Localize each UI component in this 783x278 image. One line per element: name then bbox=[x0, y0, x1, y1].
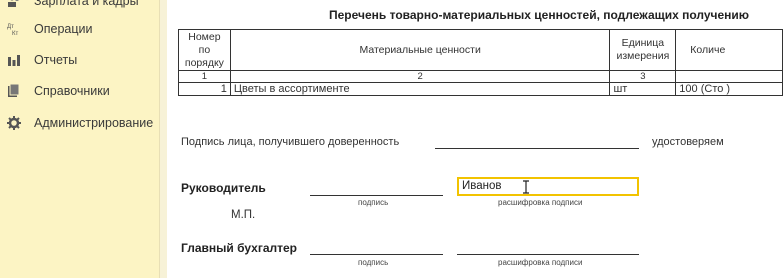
signature-label: Подпись лица, получившего доверенность bbox=[181, 136, 400, 148]
head-name-field[interactable]: Иванов bbox=[457, 177, 639, 196]
column-header-items: Материальные ценности bbox=[229, 29, 611, 71]
bar-chart-icon bbox=[7, 53, 21, 67]
certify-label: удостоверяем bbox=[652, 136, 724, 148]
column-number: 3 bbox=[609, 70, 677, 83]
sidebar-item-reports[interactable]: Отчеты bbox=[0, 48, 159, 72]
accountant-signature-caption: подпись bbox=[358, 258, 389, 267]
svg-text:Кт: Кт bbox=[12, 31, 18, 36]
column-number: 2 bbox=[229, 70, 611, 83]
items-table: Номер по порядку Материальные ценности Е… bbox=[178, 29, 783, 96]
column-header-unit: Единица измерения bbox=[609, 29, 677, 71]
head-signature-line bbox=[310, 195, 443, 196]
column-header-number: Номер по порядку bbox=[178, 29, 231, 71]
sidebar-item-label: Операции bbox=[34, 22, 93, 36]
people-icon bbox=[7, 0, 21, 8]
accountant-label: Главный бухгалтер bbox=[181, 241, 298, 255]
document-area: Перечень товарно-материальных ценностей,… bbox=[167, 0, 783, 278]
sidebar-item-administration[interactable]: Администрирование bbox=[0, 111, 159, 135]
sidebar-item-operations[interactable]: Дт Кт Операции bbox=[0, 17, 159, 41]
books-icon bbox=[7, 84, 21, 98]
column-number: 1 bbox=[178, 70, 231, 83]
gear-icon bbox=[7, 116, 21, 130]
accountant-decode-caption: расшифровка подписи bbox=[498, 258, 583, 267]
sidebar: Зарплата и кадры Дт Кт Операции Отчеты Сп… bbox=[0, 0, 159, 278]
row-unit: шт bbox=[609, 82, 677, 96]
row-number: 1 bbox=[178, 82, 231, 96]
column-header-quantity: Количе bbox=[675, 29, 783, 71]
table-row[interactable]: 1 Цветы в ассортименте шт 100 (Сто ) bbox=[178, 82, 783, 96]
column-number bbox=[675, 70, 783, 83]
sidebar-item-label: Отчеты bbox=[34, 53, 78, 67]
stamp-label: М.П. bbox=[231, 209, 256, 221]
sidebar-item-label: Зарплата и кадры bbox=[34, 0, 139, 8]
debit-credit-icon: Дт Кт bbox=[7, 22, 21, 36]
accountant-decode-line bbox=[457, 254, 639, 255]
sidebar-item-label: Администрирование bbox=[34, 116, 154, 130]
sidebar-item-payroll[interactable]: Зарплата и кадры bbox=[0, 0, 159, 13]
head-decode-caption: расшифровка подписи bbox=[498, 198, 583, 207]
head-signature-caption: подпись bbox=[358, 198, 389, 207]
row-item-name: Цветы в ассортименте bbox=[229, 82, 611, 96]
sidebar-item-label: Справочники bbox=[34, 84, 110, 98]
signature-line bbox=[435, 148, 639, 149]
document-title: Перечень товарно-материальных ценностей,… bbox=[329, 8, 750, 22]
head-label: Руководитель bbox=[181, 181, 266, 195]
sidebar-item-directories[interactable]: Справочники bbox=[0, 79, 159, 103]
svg-text:Дт: Дт bbox=[7, 24, 14, 30]
text-cursor-icon bbox=[523, 180, 529, 194]
row-quantity: 100 (Сто ) bbox=[675, 82, 783, 96]
accountant-signature-line bbox=[310, 254, 443, 255]
